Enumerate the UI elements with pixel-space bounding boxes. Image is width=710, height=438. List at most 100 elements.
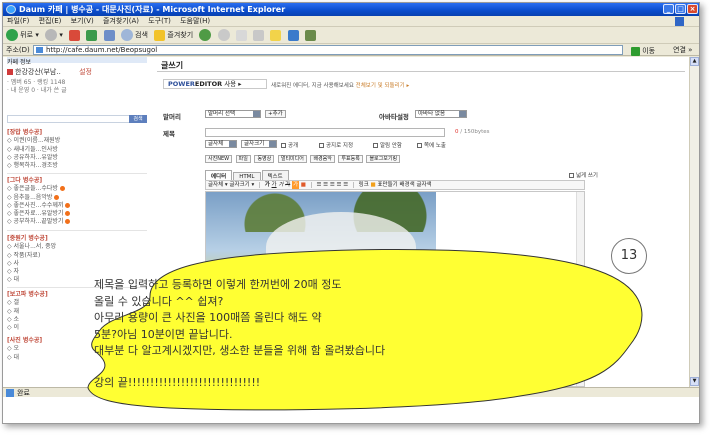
mail-button[interactable] (235, 27, 247, 44)
wide-write-checkbox[interactable]: 넓게 쓰기 (569, 171, 598, 179)
home-button[interactable] (103, 27, 115, 44)
sidebar-item[interactable]: ◇ 갤 (7, 299, 48, 307)
attach-bgm-button[interactable]: 배경음악 (310, 155, 335, 163)
bg-color-button[interactable]: ■ (301, 182, 306, 188)
back-button[interactable]: 뒤로 ▾ (6, 27, 39, 44)
print-button[interactable] (253, 27, 265, 44)
font-family-button[interactable]: 글자체 (208, 182, 223, 188)
toolbar-divider (352, 181, 354, 188)
sidebar-item[interactable]: ◇ 서울나...서, 중앙 (7, 243, 56, 251)
sidebar-section-head[interactable]: [사진 병수공] (7, 337, 42, 345)
menu-view[interactable]: 보기(V) (71, 17, 94, 25)
folder-icon (270, 29, 282, 41)
attach-file-button[interactable]: 파일 (235, 155, 251, 163)
attach-video-button[interactable]: 동영상 (254, 155, 275, 163)
go-button[interactable]: 이동 (631, 45, 655, 57)
sidebar-item[interactable]: ◇ 오 (7, 345, 42, 353)
attach-multimedia-button[interactable]: 멀티미디어 (277, 155, 307, 163)
sidebar-item[interactable]: ◇ 재 (7, 308, 48, 316)
search-button[interactable]: 검색 (120, 27, 148, 44)
power-editor-toggle[interactable]: POWEREDITOR 사용 ▸ (163, 79, 267, 89)
messenger-button[interactable] (287, 27, 299, 44)
toolbar-divider (258, 181, 260, 188)
links-button[interactable]: 연결 » (673, 44, 692, 56)
align-center-button[interactable]: ☰ (323, 182, 328, 188)
address-input[interactable]: http://cafe.daum.net/Beopsugol (33, 45, 623, 55)
align-right-button[interactable]: ☰ (330, 182, 335, 188)
link-button[interactable]: 링크 (359, 182, 369, 188)
sidebar-item[interactable]: ◇ 새내기들...인사방 (7, 146, 60, 154)
sidebar-item[interactable]: ◇ 이 (7, 324, 48, 332)
sidebar-item[interactable]: ◇ 대 (7, 276, 56, 284)
stop-button[interactable] (69, 27, 81, 44)
status-bar: 완료 (3, 387, 699, 397)
cafe-name-link[interactable]: 한강강산(부남.. (15, 68, 61, 76)
scroll-down-icon[interactable]: ▼ (690, 377, 699, 386)
sidebar-item[interactable]: ◇ 소 (7, 316, 48, 324)
no-alert-checkbox[interactable]: 알림 안함 (373, 141, 402, 149)
list-button[interactable]: ☰ (337, 182, 342, 188)
sidebar-search-button[interactable]: 검색 (129, 115, 147, 123)
editor-notice-link[interactable]: 전체보기 및 되돌리기 ▸ (356, 83, 410, 89)
bold-button[interactable]: 가 (265, 182, 270, 188)
minimize-button[interactable]: _ (663, 4, 674, 14)
maximize-button[interactable]: □ (675, 4, 686, 14)
menu-file[interactable]: 파일(F) (7, 17, 29, 25)
forward-button[interactable]: ▾ (45, 27, 63, 44)
scroll-up-icon[interactable]: ▲ (690, 57, 699, 66)
sidebar-item[interactable]: ◇ 음추들...음악방 (7, 194, 70, 202)
avatar-select[interactable]: 아바타 없음 (415, 110, 467, 118)
sidebar-item[interactable]: ◇ 작품(자료) (7, 252, 56, 260)
title-input[interactable] (205, 128, 445, 137)
menu-help[interactable]: 도움말(H) (180, 17, 210, 25)
sidebar-item[interactable]: ◇ 이권(이름...재원방 (7, 137, 60, 145)
window-titlebar[interactable]: Daum 카페 | 병수공 - 대문사진(자료) - Microsoft Int… (3, 3, 699, 16)
notice-checkbox[interactable]: 공지로 지정 (319, 141, 353, 149)
sidebar-item[interactable]: ◇ 좋은사진...수수께끼 (7, 202, 71, 210)
table-button[interactable]: 표만들기 (378, 182, 398, 188)
attach-photo-button[interactable]: 사진NEW (205, 155, 233, 163)
sidebar-item[interactable]: ◇ 행복하자...경조방 (7, 162, 60, 170)
text-color-button[interactable]: 가 (291, 181, 300, 189)
head-select[interactable]: 말머리 선택 (205, 110, 261, 118)
align-left-button[interactable]: ☰ (316, 182, 321, 188)
media-button[interactable] (199, 27, 212, 44)
font-select[interactable]: 글자체 (205, 140, 237, 148)
image-button[interactable]: ■ (371, 182, 376, 188)
sidebar-item[interactable]: ◇ 좋은글들...수다방 (7, 185, 70, 193)
attach-blog-button[interactable]: 블로그보기링 (366, 155, 401, 163)
font-size-button[interactable]: 글자크기 (229, 182, 249, 188)
sidebar-item[interactable]: ◇ 공부하자...끝말방기 (7, 218, 71, 226)
add-head-button[interactable]: +추가 (265, 110, 286, 118)
cafe-settings-link[interactable]: 설정 (79, 68, 92, 76)
editor-content-area[interactable] (205, 191, 585, 387)
menu-tools[interactable]: 도구(T) (148, 17, 171, 25)
refresh-button[interactable] (86, 27, 98, 44)
page-scrollbar[interactable]: ▲ ▼ (689, 57, 699, 387)
indent-button[interactable]: ☰ (343, 182, 348, 188)
close-button[interactable]: × (687, 4, 698, 14)
public-checkbox[interactable]: 공개 (281, 141, 298, 149)
strike-button[interactable]: 가 (285, 182, 290, 188)
sidebar-item[interactable]: ◇ 대 (7, 354, 42, 362)
sidebar-item[interactable]: ◇ 공유하자...유알방 (7, 154, 60, 162)
editor-scrollbar[interactable] (576, 192, 584, 386)
menu-favorites[interactable]: 즐겨찾기(A) (103, 17, 139, 25)
bg-fill-button[interactable]: 배경색 (400, 182, 415, 188)
sidebar-search-input[interactable]: 검색 (7, 115, 147, 123)
menu-edit[interactable]: 편집(E) (39, 17, 62, 25)
uploaded-photo (206, 192, 436, 386)
attach-poll-button[interactable]: 투표등록 (338, 155, 363, 163)
history-button[interactable] (217, 27, 230, 44)
italic-button[interactable]: 가 (278, 182, 283, 188)
folder-button[interactable] (270, 27, 282, 44)
tools-button[interactable] (304, 27, 316, 44)
font-color-button[interactable]: 글자색 (416, 182, 431, 188)
sidebar-item[interactable]: ◇ 사 (7, 260, 56, 268)
expose-checkbox[interactable]: 쪽에 노출 (417, 141, 446, 149)
underline-button[interactable]: 가 (272, 182, 277, 188)
size-select[interactable]: 글자크기 (241, 140, 277, 148)
favorites-button[interactable]: 즐겨찾기 (154, 27, 193, 44)
refresh-icon (86, 29, 98, 41)
cafe-icon (7, 69, 13, 75)
